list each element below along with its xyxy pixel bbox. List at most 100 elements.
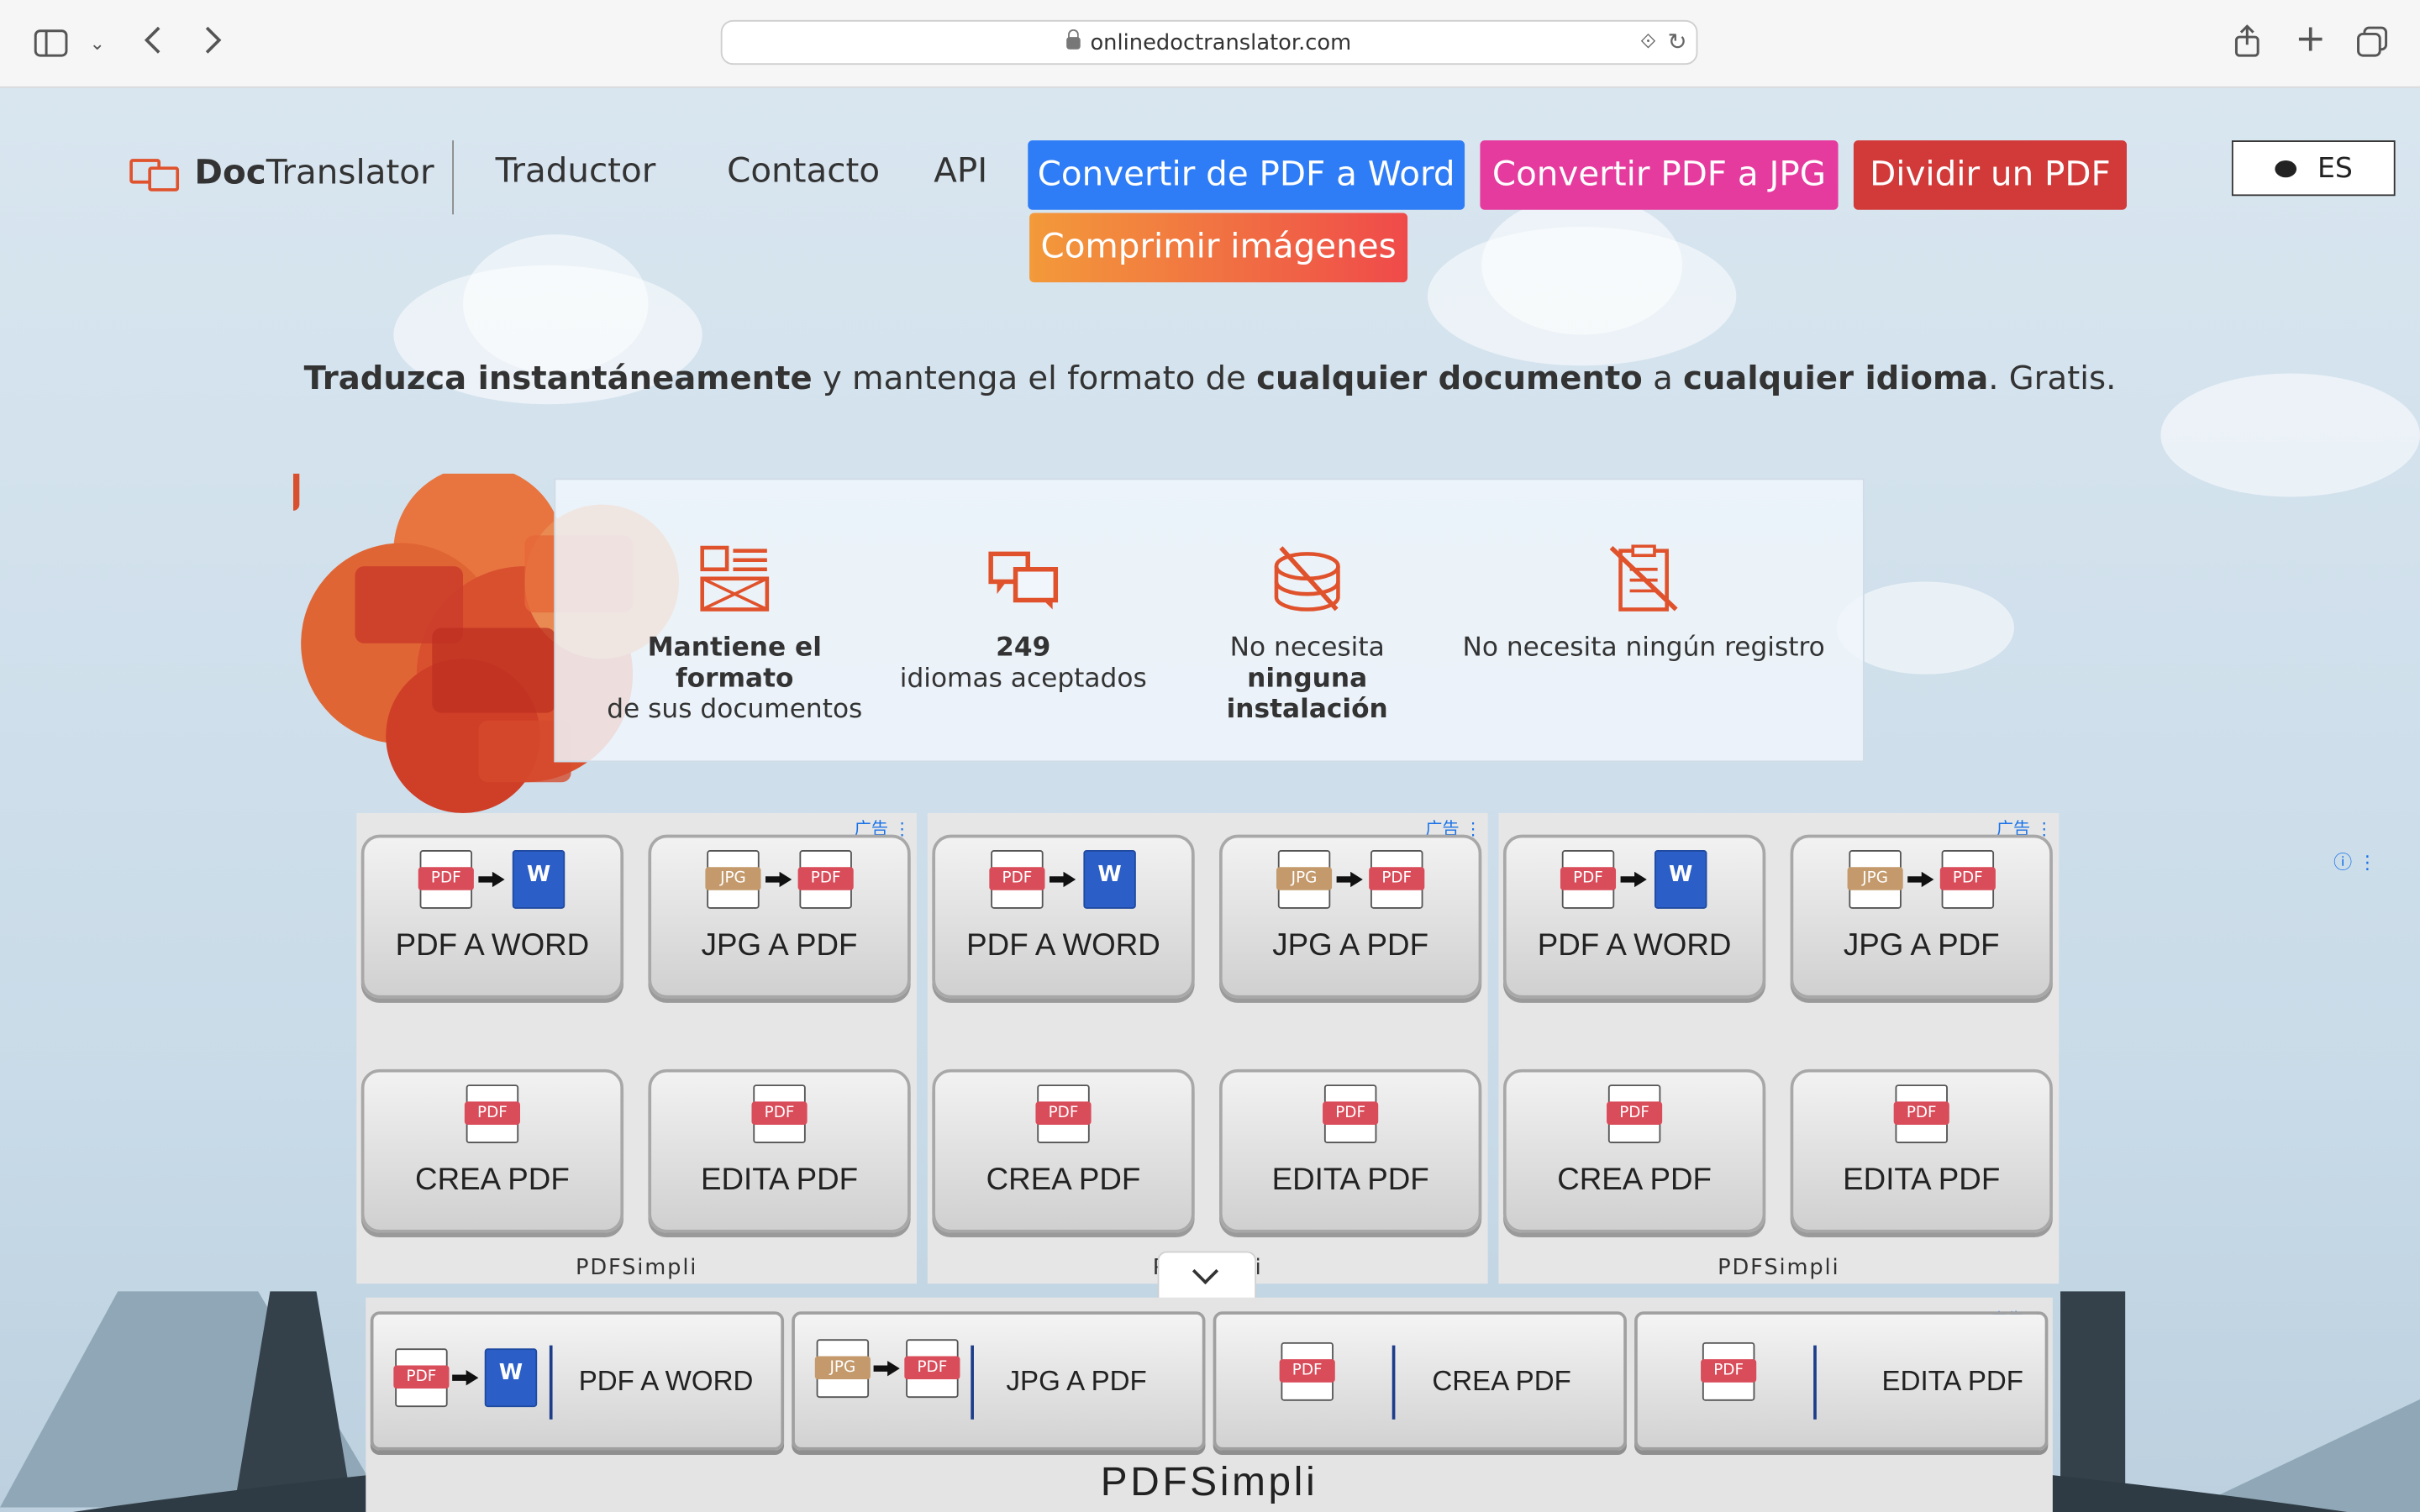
forward-icon[interactable]: [203, 24, 224, 61]
logo-text: Translator: [266, 153, 434, 192]
languages-icon: [988, 551, 1059, 610]
tile-divider: [1813, 1345, 1817, 1420]
format-icon: [700, 545, 770, 612]
language-selector[interactable]: ES: [2231, 140, 2396, 197]
ad-tile-jpg-pdf[interactable]: JPG PDF JPG A PDF: [648, 834, 911, 999]
site-logo[interactable]: Doc Translator: [129, 153, 434, 193]
ad-block-2[interactable]: 广告 ⋮ PDF W PDF A WORD JPG PDF JPG A PDF PD…: [927, 812, 1488, 1284]
pdf-file-icon: PDF: [418, 850, 474, 909]
ad-block-3[interactable]: 广告 ⋮ PDF W PDF A WORD JPG PDF JPG A PDF PD…: [1498, 812, 2060, 1284]
feature-format: Mantiene el formato de sus documentos: [587, 480, 883, 725]
bottom-ad-brand: PDFSimpli: [1100, 1457, 1318, 1504]
pdf-file-icon: PDF: [393, 1348, 450, 1408]
pdf-file-icon: PDF: [1323, 1084, 1379, 1144]
pdf-file-icon: PDF: [989, 850, 1045, 909]
feature-languages: 249 idiomas aceptados: [883, 480, 1164, 695]
nav-api[interactable]: API: [934, 153, 987, 192]
tile-label: CREA PDF: [415, 1163, 570, 1198]
logo-icon: [129, 156, 180, 192]
ad-tile-pdf-word[interactable]: PDF W PDF A WORD: [1502, 834, 1766, 999]
header-divider: [452, 140, 454, 215]
pdf-file-icon: PDF: [904, 1339, 960, 1399]
bottom-tile-pdf-word[interactable]: PDF W PDF A WORD: [370, 1311, 785, 1451]
bottom-ad-banner[interactable]: 广告 ⋮ PDFW PDF A WORD JPGPDF JPG A PDF PD…: [366, 1297, 2053, 1512]
lock-icon: [1066, 29, 1081, 50]
tile-divider: [549, 1345, 553, 1420]
ad-info-icon[interactable]: ⓘ ⋮: [2333, 848, 2376, 874]
tagline: Traduzca instantáneamente y mantenga el …: [303, 359, 2117, 397]
pdf-to-jpg-button[interactable]: Convertir PDF a JPG: [1480, 140, 1839, 210]
tile-divider: [1392, 1345, 1396, 1420]
tab-overview-icon[interactable]: [2357, 26, 2388, 63]
ad-tile-crea-pdf[interactable]: PDF CREA PDF: [1502, 1068, 1766, 1233]
features-panel: Mantiene el formato de sus documentos 24…: [554, 478, 1865, 763]
tile-label: CREA PDF: [986, 1163, 1141, 1198]
no-install-icon: [1274, 546, 1340, 612]
new-tab-icon[interactable]: +: [2295, 20, 2326, 57]
tile-label: JPG A PDF: [1843, 928, 2000, 963]
language-code: ES: [2317, 151, 2353, 185]
ad-block-1[interactable]: 广告 ⋮ PDF W PDF A WORD JPG PDF JPG A PDF PD…: [356, 812, 918, 1284]
cloud-decoration: [1481, 196, 1683, 335]
tile-label: JPG A PDF: [1006, 1365, 1147, 1397]
back-icon[interactable]: [142, 24, 164, 61]
browser-toolbar: ⌄ onlinedoctranslator.com ⟐ ↻ +: [0, 0, 2420, 88]
nav-traductor[interactable]: Traductor: [496, 153, 656, 192]
translate-icon[interactable]: ⟐: [1640, 31, 1656, 55]
jpg-file-icon: JPG: [1276, 850, 1333, 909]
tile-label: CREA PDF: [1557, 1163, 1712, 1198]
tile-label: PDF A WORD: [1537, 928, 1732, 963]
compress-images-button[interactable]: Comprimir imágenes: [1029, 213, 1408, 283]
url-text: onlinedoctranslator.com: [1090, 30, 1352, 56]
arrow-right-icon: [873, 1361, 902, 1377]
jpg-file-icon: JPG: [705, 850, 761, 909]
feature-no-install: No necesita ninguna instalación: [1164, 480, 1451, 725]
ad-tile-crea-pdf[interactable]: PDF CREA PDF: [932, 1068, 1195, 1233]
collapse-ad-button[interactable]: [1157, 1251, 1257, 1299]
share-icon[interactable]: [2233, 24, 2261, 65]
jpg-file-icon: JPG: [1847, 850, 1903, 909]
ad-tile-jpg-pdf[interactable]: JPG PDF JPG A PDF: [1219, 834, 1482, 999]
feature-no-registration: No necesita ningún registro: [1451, 480, 1837, 664]
ad-tile-pdf-word[interactable]: PDF W PDF A WORD: [932, 834, 1195, 999]
tile-label: EDITA PDF: [1271, 1163, 1429, 1198]
bottom-tile-edita-pdf[interactable]: PDF EDITA PDF: [1634, 1311, 2049, 1451]
arrow-right-icon: [452, 1370, 480, 1386]
reload-icon[interactable]: ↻: [1667, 28, 1686, 55]
pdf-file-icon: PDF: [751, 1084, 808, 1144]
address-bar[interactable]: onlinedoctranslator.com ⟐ ↻: [720, 19, 1698, 66]
logo-text-bold: Doc: [194, 153, 266, 192]
arrow-right-icon: [1049, 871, 1077, 888]
tile-label: PDF A WORD: [966, 928, 1160, 963]
ad-tile-edita-pdf[interactable]: PDF EDITA PDF: [1790, 1068, 2053, 1233]
pdf-to-word-button[interactable]: Convertir de PDF a Word: [1028, 140, 1465, 210]
jpg-file-icon: JPG: [814, 1339, 871, 1399]
tile-divider: [971, 1345, 974, 1420]
pdf-file-icon: PDF: [464, 1084, 520, 1144]
split-pdf-button[interactable]: Dividir un PDF: [1853, 140, 2128, 210]
tile-label: PDF A WORD: [578, 1365, 754, 1397]
tile-label: JPG A PDF: [1272, 928, 1429, 963]
sidebar-toggle-icon[interactable]: [34, 29, 68, 63]
tile-label: CREA PDF: [1432, 1365, 1571, 1397]
bottom-tile-crea-pdf[interactable]: PDF CREA PDF: [1213, 1311, 1627, 1451]
ad-tile-edita-pdf[interactable]: PDF EDITA PDF: [648, 1068, 911, 1233]
ad-brand: PDFSimpli: [575, 1256, 698, 1281]
ad-brand: PDFSimpli: [1718, 1256, 1840, 1281]
ad-tile-edita-pdf[interactable]: PDF EDITA PDF: [1219, 1068, 1482, 1233]
nav-contacto[interactable]: Contacto: [727, 153, 880, 192]
pdf-file-icon: PDF: [797, 850, 854, 909]
tile-label: JPG A PDF: [701, 928, 858, 963]
pdf-file-icon: PDF: [1369, 850, 1425, 909]
word-file-icon: W: [484, 1348, 538, 1408]
ad-tile-jpg-pdf[interactable]: JPG PDF JPG A PDF: [1790, 834, 2053, 999]
word-file-icon: W: [1654, 850, 1707, 909]
ad-tile-pdf-word[interactable]: PDF W PDF A WORD: [360, 834, 624, 999]
bottom-tile-jpg-pdf[interactable]: JPG PDF JPG A PDF: [792, 1311, 1206, 1451]
pdf-file-icon: PDF: [1893, 1084, 1949, 1144]
ad-tile-crea-pdf[interactable]: PDF CREA PDF: [360, 1068, 624, 1233]
pdf-file-icon: PDF: [1939, 850, 1996, 909]
chevron-down-icon[interactable]: ⌄: [90, 29, 105, 57]
arrow-right-icon: [1620, 871, 1649, 888]
speech-bubble-icon: [2274, 160, 2296, 177]
